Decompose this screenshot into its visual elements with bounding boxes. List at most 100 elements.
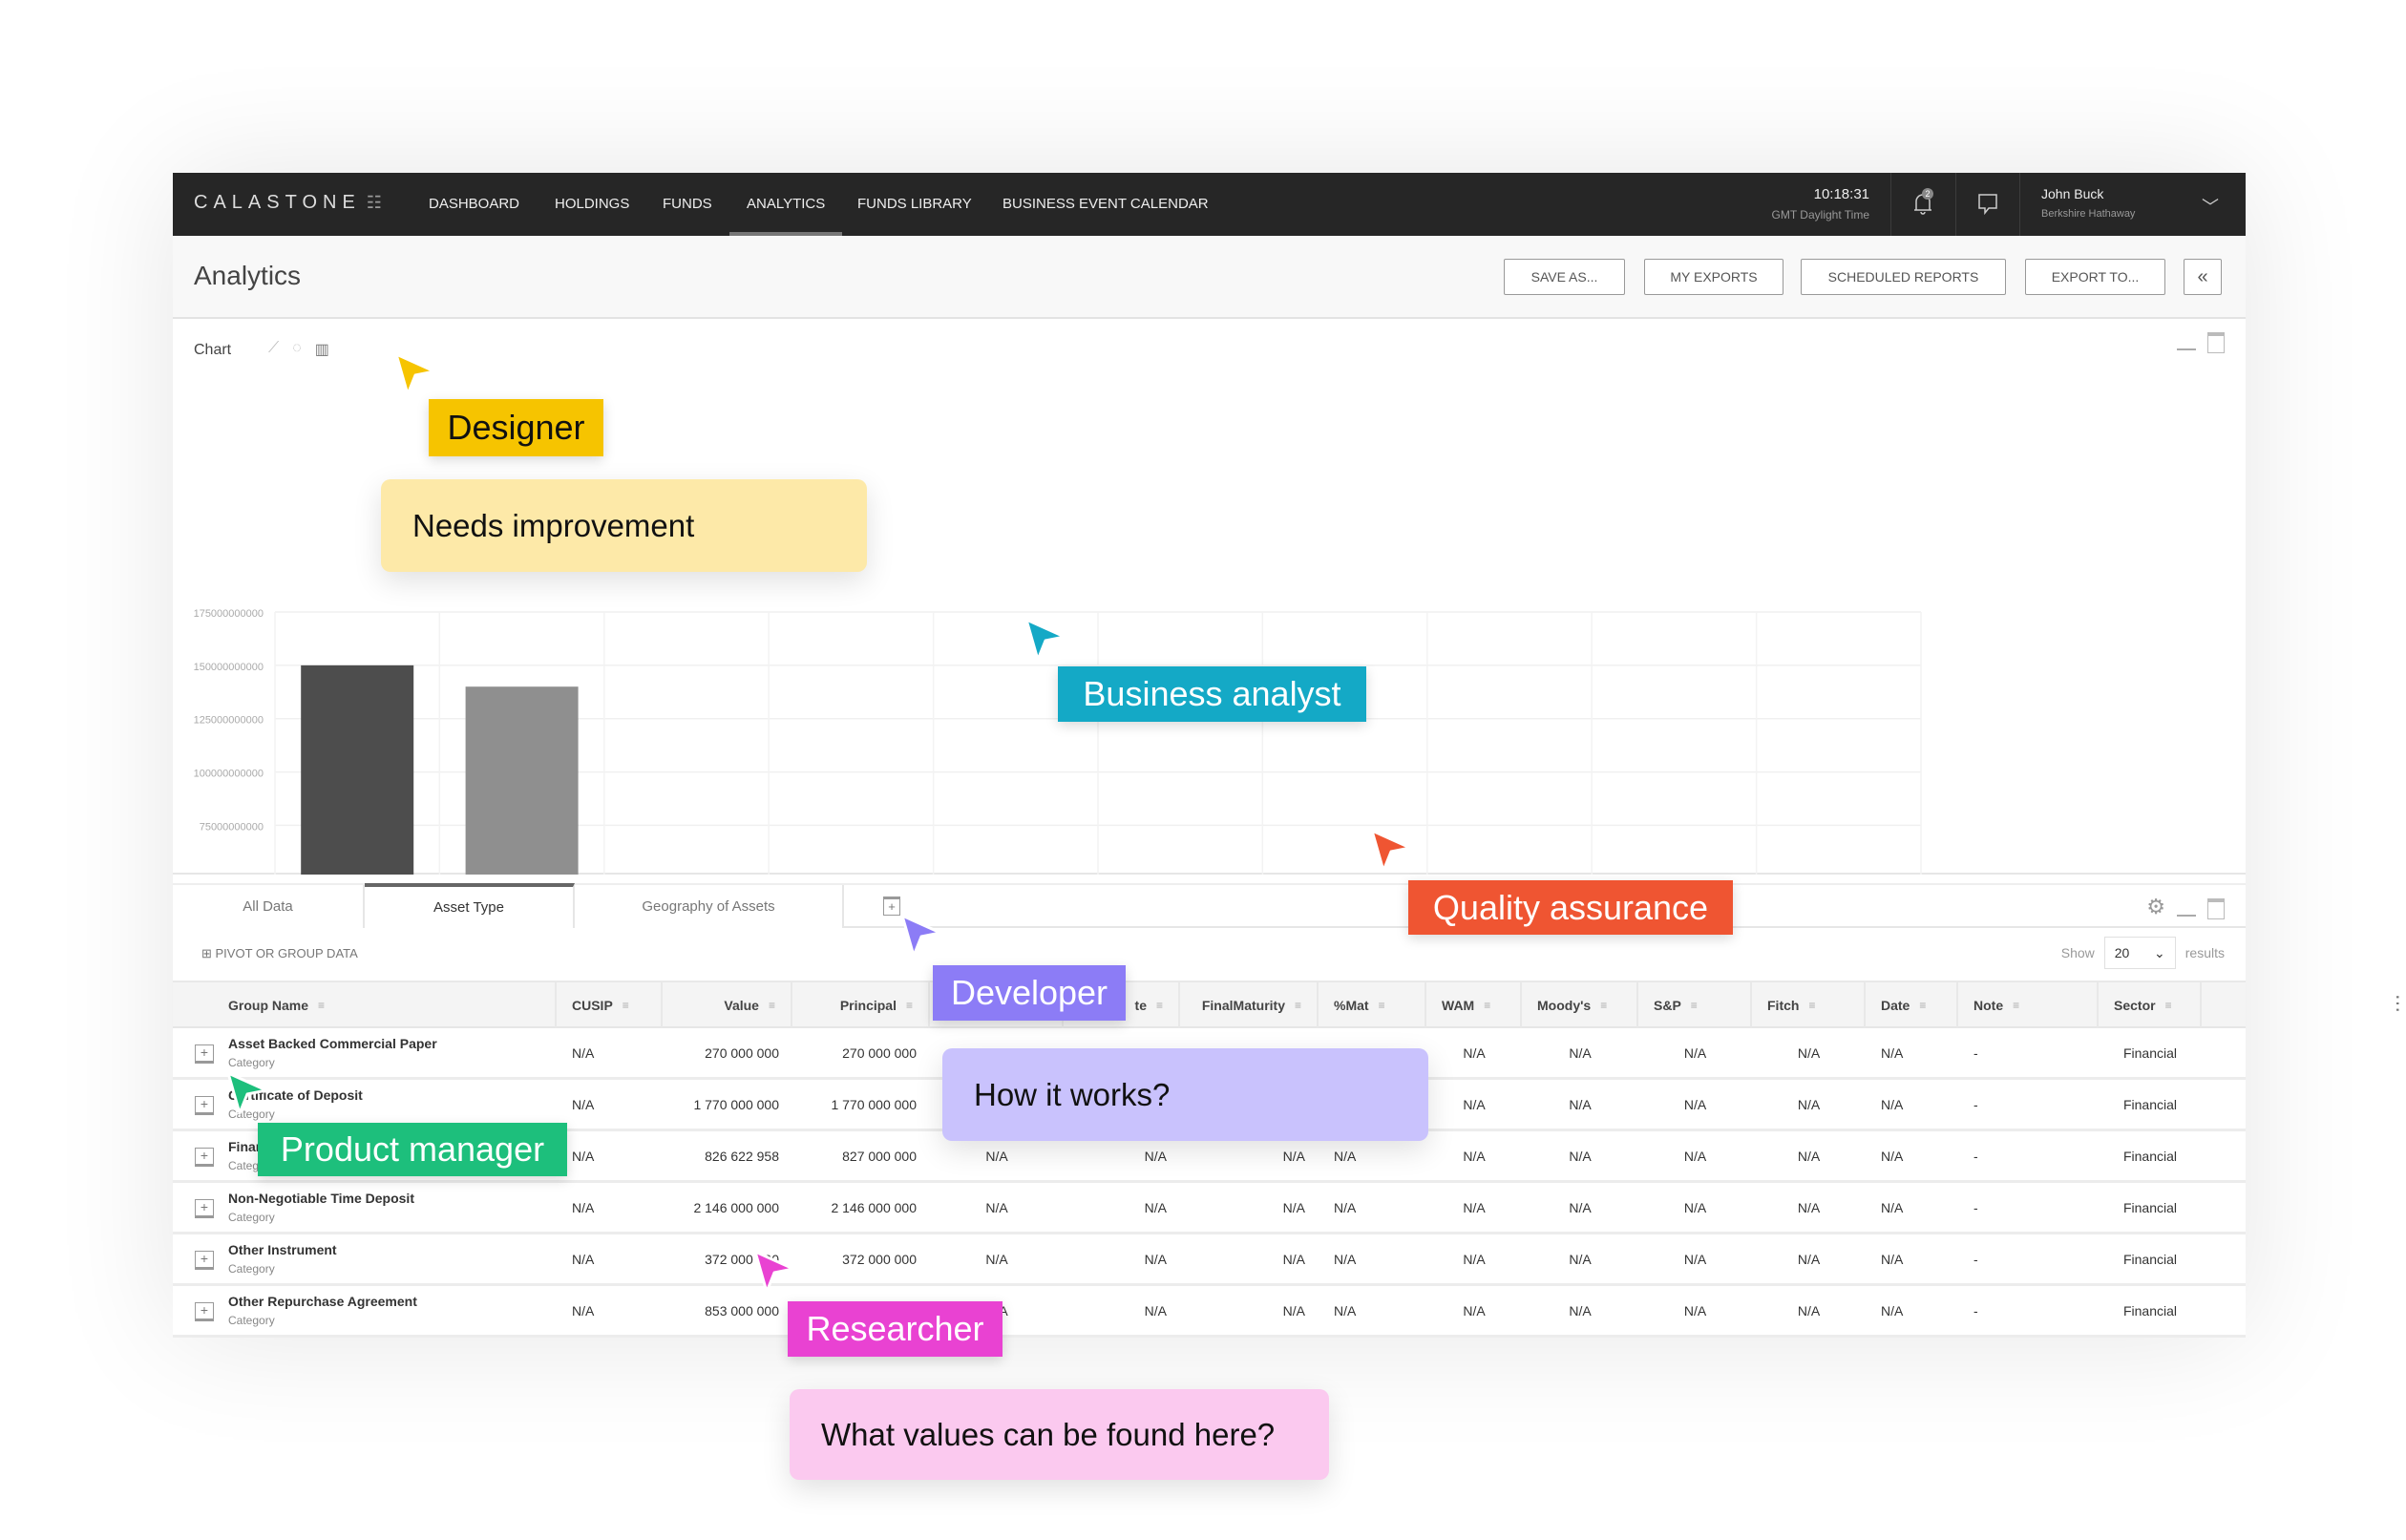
menu-grid-icon[interactable]: ☷ [367, 193, 382, 212]
group-name: Non-Negotiable Time Deposit Category [228, 1191, 414, 1224]
column-header[interactable]: Principal ≡ [792, 982, 930, 1028]
table-cell: N/A [572, 1251, 595, 1267]
expand-icon[interactable]: + [195, 1044, 214, 1064]
clock-time: 10:18:31 [1813, 186, 1869, 202]
column-header-label: Sector [2114, 998, 2156, 1013]
bell-icon[interactable]: 2 [1912, 188, 1935, 217]
filter-icon[interactable]: ≡ [906, 999, 913, 1012]
cursor-arrow-icon [752, 1249, 796, 1297]
cursor-arrow-icon [899, 913, 943, 960]
expand-icon[interactable]: + [195, 1096, 214, 1115]
pivot-icon: ⊞ [201, 946, 216, 960]
column-header[interactable]: Sector ≡ [2099, 982, 2202, 1028]
column-header[interactable]: Note ≡ [1958, 982, 2099, 1028]
filter-icon[interactable]: ≡ [1808, 999, 1815, 1012]
add-tab-icon[interactable]: + [883, 897, 900, 916]
filter-icon[interactable]: ≡ [318, 999, 325, 1012]
filter-icon[interactable]: ≡ [1379, 999, 1385, 1012]
cursor-arrow-icon [225, 1070, 269, 1118]
column-header[interactable]: S&P ≡ [1638, 982, 1752, 1028]
group-type: Category [228, 1262, 275, 1276]
table-cell: N/A [572, 1096, 595, 1112]
calastone-logo[interactable]: CALASTONE ☷ [194, 192, 382, 214]
filter-icon[interactable]: ≡ [623, 999, 629, 1012]
persona-tag-quality-assurance: Quality assurance [1408, 880, 1733, 935]
expand-icon[interactable]: + [195, 1148, 214, 1167]
maximize-icon[interactable] [2207, 898, 2225, 919]
table-cell: N/A [1569, 1044, 1592, 1061]
minimize-icon[interactable] [2177, 915, 2196, 917]
table-cell: N/A [1881, 1199, 1904, 1215]
table-cell: N/A [1463, 1096, 1486, 1112]
table-row[interactable]: + Non-Negotiable Time Deposit Category N/A 2… [173, 1183, 2246, 1234]
table-cell: N/A [1797, 1148, 1821, 1164]
filter-icon[interactable]: ≡ [1156, 999, 1163, 1012]
results-label: results [2184, 945, 2225, 960]
table-cell: N/A [1144, 1251, 1167, 1267]
table-cell: N/A [572, 1044, 595, 1061]
column-header[interactable]: CUSIP ≡ [557, 982, 663, 1028]
nav-dashboard[interactable]: DASHBOARD [429, 196, 519, 212]
table-cell: N/A [1334, 1199, 1357, 1215]
column-header[interactable]: %Mat ≡ [1319, 982, 1426, 1028]
table-row[interactable]: + Other Instrument Category N/A 372 000 000 3… [173, 1234, 2246, 1286]
table-cell: N/A [1881, 1302, 1904, 1318]
comment-note: Needs improvement [381, 479, 867, 572]
column-header[interactable]: Fitch ≡ [1752, 982, 1866, 1028]
nav-holdings[interactable]: HOLDINGS [555, 196, 629, 212]
filter-icon[interactable]: ≡ [2013, 999, 2019, 1012]
save-as-button[interactable]: SAVE AS... [1504, 259, 1625, 295]
y-tick-label: 125000000000 [194, 715, 264, 727]
my-exports-button[interactable]: MY EXPORTS [1644, 259, 1783, 295]
table-row[interactable]: + Other Repurchase Agreement Category N/A 85… [173, 1286, 2246, 1338]
column-header[interactable]: Group Name ≡ [173, 982, 557, 1028]
column-header-label: Fitch [1767, 998, 1800, 1013]
chat-icon[interactable] [1977, 192, 2000, 217]
chevron-down-icon[interactable]: ﹀ [2202, 194, 2219, 219]
table-cell: N/A [985, 1199, 1008, 1215]
filter-icon[interactable]: ≡ [1484, 999, 1490, 1012]
y-tick-label: 100000000000 [194, 769, 264, 780]
tab-asset-type[interactable]: Asset Type [365, 883, 575, 928]
column-header[interactable]: Moody's ≡ [1522, 982, 1638, 1028]
table-cell: N/A [1463, 1148, 1486, 1164]
filter-icon[interactable]: ≡ [1919, 999, 1926, 1012]
column-header[interactable]: Value ≡ [663, 982, 792, 1028]
table-cell: - [1973, 1199, 1978, 1215]
column-header[interactable]: Date ≡ [1866, 982, 1958, 1028]
gear-icon[interactable]: ⚙ [2146, 895, 2165, 919]
nav-funds-library[interactable]: FUNDS LIBRARY [857, 196, 972, 212]
nav-funds[interactable]: FUNDS [663, 196, 712, 212]
comment-note: How it works? [942, 1048, 1428, 1141]
column-header-label: S&P [1654, 998, 1681, 1013]
table-cell: N/A [1797, 1044, 1821, 1061]
export-to-button[interactable]: EXPORT TO... [2025, 259, 2165, 295]
column-header[interactable]: FinalMaturity ≡ [1180, 982, 1319, 1028]
expand-icon[interactable]: + [195, 1251, 214, 1270]
table-cell: N/A [1463, 1044, 1486, 1061]
nav-analytics[interactable]: ANALYTICS [728, 196, 843, 236]
page-size-select[interactable]: 20 ⌄ [2103, 937, 2176, 969]
more-options-icon[interactable]: ⋯ [2386, 994, 2406, 1013]
filter-icon[interactable]: ≡ [1600, 999, 1607, 1012]
chevron-down-icon: ⌄ [2154, 944, 2165, 960]
expand-icon[interactable]: + [195, 1199, 214, 1218]
tab-geography-of-assets[interactable]: Geography of Assets [575, 885, 844, 928]
table-cell: - [1973, 1251, 1978, 1267]
table-cell: N/A [1881, 1251, 1904, 1267]
scheduled-reports-button[interactable]: SCHEDULED REPORTS [1801, 259, 2006, 295]
collapse-button[interactable]: « [2184, 259, 2222, 295]
filter-icon[interactable]: ≡ [1295, 999, 1301, 1012]
filter-icon[interactable]: ≡ [1691, 999, 1698, 1012]
table-cell: N/A [1881, 1148, 1904, 1164]
expand-icon[interactable]: + [195, 1302, 214, 1321]
column-header[interactable]: WAM ≡ [1426, 982, 1522, 1028]
user-menu[interactable]: John Buck Berkshire Hathaway [2041, 186, 2135, 220]
tab-all-data[interactable]: All Data [173, 885, 365, 928]
table-cell: N/A [1797, 1302, 1821, 1318]
filter-icon[interactable]: ≡ [2165, 999, 2172, 1012]
nav-business-event-calendar[interactable]: BUSINESS EVENT CALENDAR [1002, 196, 1209, 212]
pivot-group-button[interactable]: ⊞ PIVOT OR GROUP DATA [201, 946, 358, 961]
filter-icon[interactable]: ≡ [769, 999, 775, 1012]
column-header-label: %Mat [1334, 998, 1369, 1013]
